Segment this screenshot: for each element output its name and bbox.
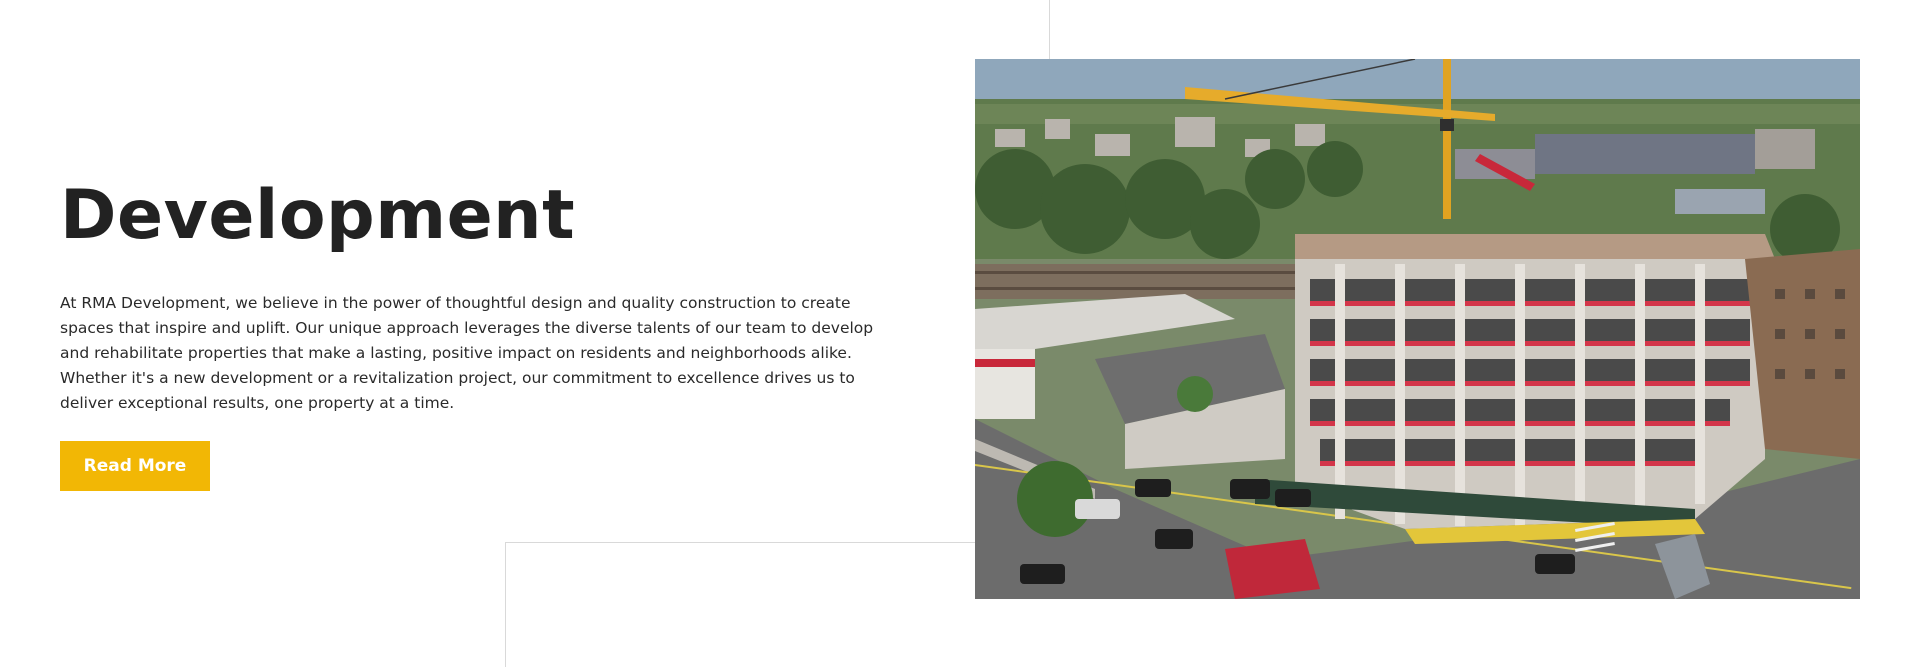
construction-site-illustration <box>975 59 1860 599</box>
decorative-divider-bottom-vertical <box>505 542 506 667</box>
read-more-button[interactable]: Read More <box>60 441 210 491</box>
development-text-block: Development At RMA Development, we belie… <box>60 175 910 491</box>
development-description: At RMA Development, we believe in the po… <box>60 294 874 412</box>
page-title: Development <box>60 176 576 255</box>
construction-site-photo <box>975 59 1860 599</box>
decorative-divider-bottom <box>505 542 975 543</box>
decorative-divider-top <box>1049 0 1050 59</box>
development-section: Development At RMA Development, we belie… <box>0 0 1920 667</box>
